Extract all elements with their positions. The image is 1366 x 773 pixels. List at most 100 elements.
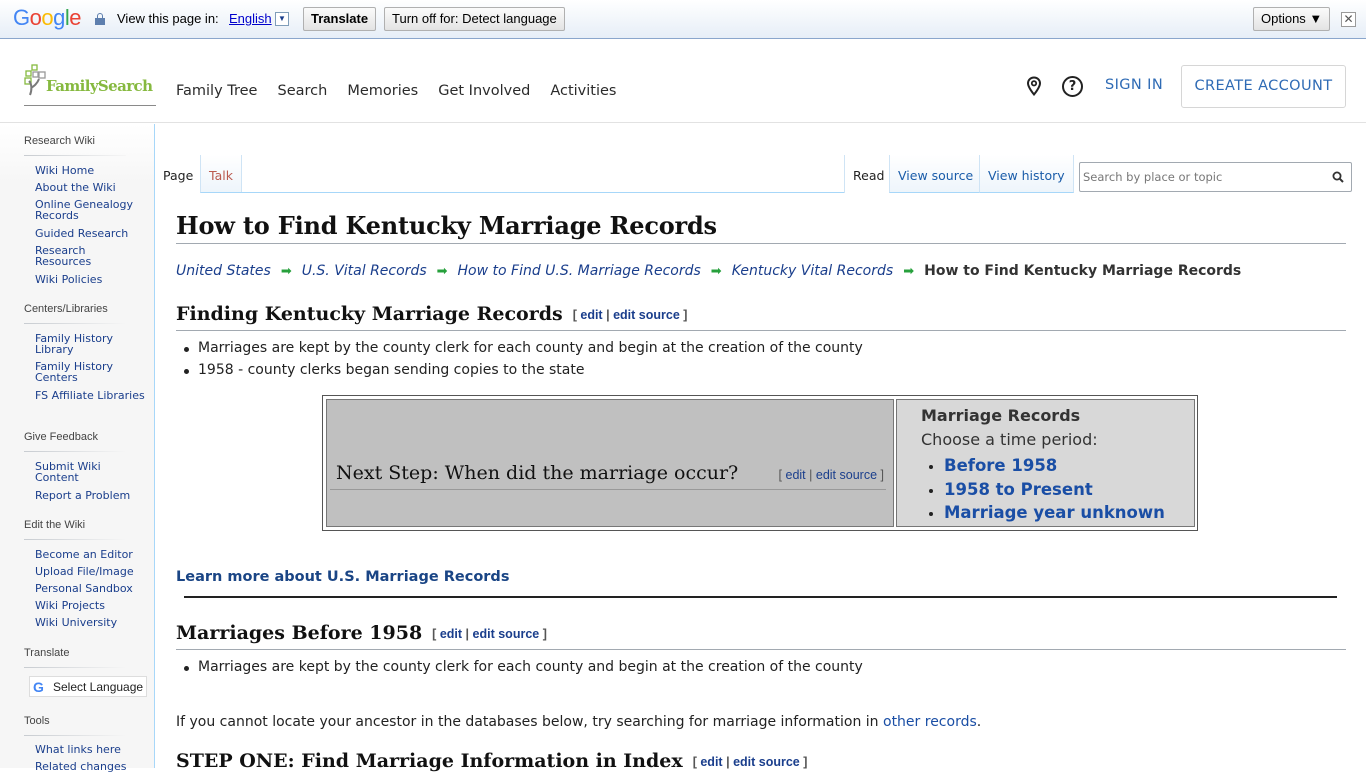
nav-family-tree[interactable]: Family Tree (176, 83, 257, 99)
marriage-records-cell: Marriage Records Choose a time period: B… (896, 399, 1195, 527)
option-before-1958[interactable]: Before 1958 (944, 456, 1057, 475)
breadcrumb-kentucky-vital-records[interactable]: Kentucky Vital Records (732, 263, 894, 279)
nav-activities[interactable]: Activities (550, 83, 616, 99)
breadcrumb-us-vital-records[interactable]: U.S. Vital Records (302, 263, 427, 279)
sidebar-heading-translate: Translate (24, 647, 128, 668)
google-g-icon: G (33, 679, 44, 695)
breadcrumb-current: How to Find Kentucky Marriage Records (924, 263, 1242, 279)
tab-view-history[interactable]: View history (979, 155, 1074, 193)
choose-period-label: Choose a time period: (921, 430, 1098, 449)
edit-link[interactable]: edit (580, 308, 602, 322)
help-icon[interactable]: ? (1062, 76, 1083, 97)
option-item: Before 1958 (929, 454, 1165, 478)
sidebar-item-submit-wiki-content[interactable]: Submit Wiki Content (35, 461, 145, 483)
edit-section-links: [ edit | edit source ] (692, 755, 808, 769)
edit-link[interactable]: edit (786, 468, 806, 482)
sidebar-item-personal-sandbox[interactable]: Personal Sandbox (35, 583, 145, 594)
options-button[interactable]: Options ▼ (1253, 7, 1331, 31)
learn-more-link[interactable]: Learn more about U.S. Marriage Records (176, 569, 509, 585)
site-header: FamilySearch Family Tree Search Memories… (0, 40, 1366, 123)
tab-view-source[interactable]: View source (889, 155, 982, 193)
sidebar-item-what-links-here[interactable]: What links here (35, 744, 145, 755)
sidebar-item-wiki-projects[interactable]: Wiki Projects (35, 600, 145, 611)
section-heading-before-1958: Marriages Before 1958 [ edit | edit sourc… (176, 622, 547, 644)
section-heading-step-one: STEP ONE: Find Marriage Information in I… (176, 750, 807, 772)
sidebar-item-become-editor[interactable]: Become an Editor (35, 549, 145, 560)
nav-search[interactable]: Search (277, 83, 327, 99)
section-heading-text: Marriages Before 1958 (176, 622, 423, 644)
tree-logo-icon (24, 64, 46, 96)
logo-wordmark: FamilySearch (46, 77, 153, 95)
sidebar-heading-give-feedback: Give Feedback (24, 431, 126, 452)
create-account-button[interactable]: CREATE ACCOUNT (1181, 65, 1346, 108)
sidebar-item-about-wiki[interactable]: About the Wiki (35, 182, 145, 193)
edit-source-link[interactable]: edit source (733, 755, 800, 769)
nav-get-involved[interactable]: Get Involved (438, 83, 530, 99)
arrow-right-icon: ➡ (280, 264, 292, 279)
tab-page[interactable]: Page (155, 155, 202, 193)
sidebar-item-wiki-home[interactable]: Wiki Home (35, 165, 145, 176)
sidebar-item-family-history-centers[interactable]: Family History Centers (35, 361, 145, 383)
section-divider (176, 330, 1346, 331)
sidebar-heading-tools: Tools (24, 715, 125, 736)
heading-underline (330, 489, 886, 490)
option-year-unknown[interactable]: Marriage year unknown (944, 503, 1165, 522)
tab-talk[interactable]: Talk (200, 155, 242, 193)
bullet-item: Marriages are kept by the county clerk f… (184, 337, 863, 359)
select-language-dropdown[interactable]: G Select Language (29, 676, 147, 697)
turn-off-button[interactable]: Turn off for: Detect language (384, 7, 565, 31)
edit-source-link[interactable]: edit source (816, 468, 877, 482)
sidebar-item-online-genealogy-records[interactable]: Online Genealogy Records (35, 199, 145, 221)
sidebar-item-wiki-university[interactable]: Wiki University (35, 617, 145, 628)
option-1958-to-present[interactable]: 1958 to Present (944, 480, 1093, 499)
lock-icon (95, 13, 105, 25)
section-heading-finding-records: Finding Kentucky Marriage Records [ edit … (176, 303, 687, 325)
breadcrumb-united-states[interactable]: United States (176, 263, 271, 279)
familysearch-logo[interactable]: FamilySearch (24, 64, 156, 106)
option-item: Marriage year unknown (929, 501, 1165, 525)
translate-bar: Google View this page in: English ▼ Tran… (0, 0, 1366, 39)
arrow-right-icon: ➡ (903, 264, 915, 279)
page-tabs: Page Talk Read View source View history (155, 155, 1366, 193)
edit-link[interactable]: edit (700, 755, 722, 769)
language-link[interactable]: English (229, 11, 272, 26)
sign-in-link[interactable]: SIGN IN (1105, 77, 1163, 93)
sidebar-item-report-problem[interactable]: Report a Problem (35, 490, 145, 501)
arrow-right-icon: ➡ (710, 264, 722, 279)
search-icon[interactable] (1332, 171, 1344, 183)
sidebar-item-related-changes[interactable]: Related changes (35, 761, 145, 772)
option-item: 1958 to Present (929, 478, 1165, 502)
edit-link[interactable]: edit (440, 627, 462, 641)
main-nav: Family Tree Search Memories Get Involved… (176, 83, 616, 99)
bullet-item: 1958 - county clerks began sending copie… (184, 359, 863, 381)
sidebar: Research Wiki Wiki Home About the Wiki O… (0, 124, 155, 772)
marriage-records-title: Marriage Records (921, 406, 1081, 425)
sidebar-item-fs-affiliate-libraries[interactable]: FS Affiliate Libraries (35, 390, 145, 401)
edit-source-link[interactable]: edit source (613, 308, 680, 322)
edit-source-link[interactable]: edit source (473, 627, 540, 641)
other-records-link[interactable]: other records (883, 714, 977, 730)
view-page-in-label: View this page in: (117, 11, 219, 26)
tab-read[interactable]: Read (844, 155, 893, 193)
nav-memories[interactable]: Memories (347, 83, 418, 99)
edit-section-links: [ edit | edit source ] (778, 468, 884, 482)
time-period-options: Before 1958 1958 to Present Marriage yea… (929, 454, 1165, 525)
wiki-search-input[interactable] (1083, 168, 1323, 186)
language-dropdown-icon[interactable]: ▼ (275, 12, 289, 26)
location-pin-icon[interactable] (1026, 76, 1042, 96)
sidebar-item-research-resources[interactable]: Research Resources (35, 245, 145, 267)
horizontal-rule (184, 596, 1337, 598)
google-logo: Google (13, 5, 82, 30)
breadcrumb-us-marriage-records[interactable]: How to Find U.S. Marriage Records (458, 263, 701, 279)
section-divider (176, 649, 1346, 650)
next-step-table: Next Step: When did the marriage occur? … (322, 395, 1198, 531)
sidebar-item-wiki-policies[interactable]: Wiki Policies (35, 274, 145, 285)
sidebar-heading-edit-wiki: Edit the Wiki (24, 519, 127, 540)
sidebar-item-guided-research[interactable]: Guided Research (35, 228, 145, 239)
close-icon[interactable]: ✕ (1341, 12, 1356, 27)
sidebar-item-family-history-library[interactable]: Family History Library (35, 333, 145, 355)
translate-button[interactable]: Translate (303, 7, 377, 31)
sidebar-item-upload-file[interactable]: Upload File/Image (35, 566, 145, 577)
section-heading-text: Finding Kentucky Marriage Records (176, 303, 563, 325)
other-records-paragraph: If you cannot locate your ancestor in th… (176, 714, 982, 730)
